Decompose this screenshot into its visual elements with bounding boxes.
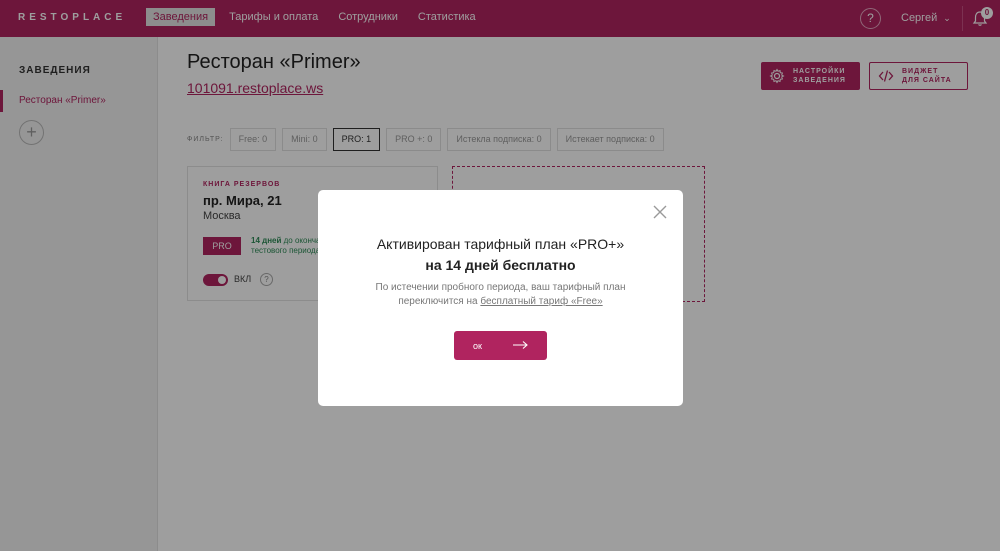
free-plan-link[interactable]: бесплатный тариф «Free» bbox=[480, 296, 602, 307]
ok-button[interactable]: ок bbox=[454, 331, 547, 360]
ok-label: ок bbox=[473, 340, 482, 351]
modal-body-line1: По истечении пробного периода, ваш тариф… bbox=[375, 282, 626, 293]
modal-title: Активирован тарифный план «PRO+» bbox=[376, 236, 625, 252]
arrow-right-icon bbox=[513, 341, 528, 349]
modal-subtitle: на 14 дней бесплатно bbox=[425, 257, 576, 273]
plan-activated-modal: Активирован тарифный план «PRO+» на 14 д… bbox=[318, 190, 683, 406]
close-icon[interactable] bbox=[652, 204, 668, 220]
modal-body: По истечении пробного периода, ваш тариф… bbox=[338, 281, 663, 309]
modal-body-line2: переключится на bbox=[398, 296, 478, 307]
